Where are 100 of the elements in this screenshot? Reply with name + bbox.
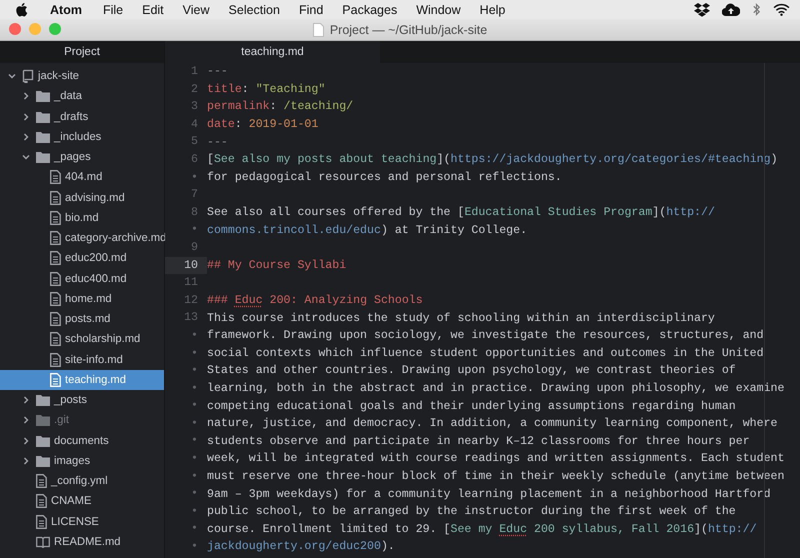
panel-title: Project	[0, 41, 164, 63]
code-line: ## My Course Syllabi	[207, 258, 346, 272]
folder-icon	[36, 434, 50, 447]
folder-icon	[36, 454, 50, 467]
line-number: •	[190, 504, 199, 520]
code-line: ---	[207, 136, 228, 149]
tree-item[interactable]: educ400.md	[0, 268, 164, 289]
tree-item[interactable]: 404.md	[0, 167, 164, 188]
tree-item[interactable]: _data	[0, 86, 164, 106]
code-line: 9am – 3pm weekdays) for a community learning placement in a neighborhood Hartford	[207, 488, 771, 501]
line-number: •	[190, 346, 199, 362]
code-line: social contexts which influence student opportunities and outcomes in the United	[207, 346, 764, 360]
line-number: •	[190, 521, 199, 538]
file-icon	[50, 372, 61, 387]
line-number: 6	[190, 152, 199, 168]
editor-tab[interactable]: teaching.md	[165, 41, 380, 63]
line-number: •	[190, 416, 199, 432]
code-line: ### Educ 200: Analyzing Schools	[207, 294, 423, 308]
menu-item[interactable]: Find	[298, 2, 324, 16]
file-icon	[50, 170, 61, 184]
chevron-icon[interactable]	[22, 416, 30, 424]
line-number: 1	[190, 64, 199, 80]
file-icon	[50, 251, 61, 266]
folder-icon	[36, 394, 50, 406]
tree-item[interactable]: documents	[0, 430, 164, 451]
file-icon	[36, 494, 47, 508]
chevron-icon[interactable]	[22, 132, 30, 141]
file-icon	[50, 332, 61, 346]
line-number: •	[190, 170, 199, 186]
menu-item[interactable]: View	[182, 2, 210, 16]
tree-item[interactable]: CNAME	[0, 491, 164, 512]
app-menu[interactable]: Atom	[50, 2, 82, 16]
code-line: commons.trincoll.edu/educ) at Trinity College.	[207, 224, 528, 237]
tree-item[interactable]: .git	[0, 410, 164, 430]
menu-item[interactable]: Window	[416, 2, 461, 16]
line-number: •	[190, 451, 199, 468]
code-line: competing educational goals and their underlying assumptions regarding human	[207, 400, 736, 413]
code-line: must reserve one three-hour block of time in their weekly schedule (anytime between	[207, 470, 784, 483]
file-icon	[50, 312, 61, 326]
tree-item[interactable]: _includes	[0, 126, 164, 147]
cloud-upload-icon[interactable]	[722, 3, 740, 16]
tree-item[interactable]: bio.md	[0, 208, 164, 228]
line-number: 3	[190, 99, 199, 116]
file-icon	[36, 514, 47, 529]
line-number: 12	[183, 292, 199, 309]
line-number: •	[190, 486, 199, 502]
chevron-icon[interactable]	[22, 436, 30, 445]
menu-item[interactable]: Edit	[142, 2, 164, 16]
tree-item[interactable]: educ200.md	[0, 248, 164, 268]
code-line: See also all courses offered by the [Educational Studies Program](http://	[207, 206, 715, 220]
tree-item[interactable]: _posts	[0, 390, 164, 410]
tree-item[interactable]: LICENSE	[0, 512, 164, 532]
folder-icon	[36, 414, 50, 426]
tree-item[interactable]: README.md	[0, 532, 164, 552]
tree-item[interactable]: category-archive.md	[0, 228, 164, 248]
window-title: Project — ~/GitHub/jack-site	[330, 22, 488, 36]
chevron-icon[interactable]	[22, 456, 30, 465]
tree-item[interactable]: advising.md	[0, 188, 164, 208]
line-number: •	[190, 433, 199, 450]
apple-icon[interactable]	[16, 2, 29, 17]
line-number: •	[190, 380, 199, 397]
file-icon	[50, 210, 61, 225]
chevron-icon[interactable]	[8, 72, 16, 80]
tree-item[interactable]: _config.yml	[0, 471, 164, 492]
code-line: [See also my posts about teaching](https://jackdougherty.org/categories/#teaching)	[207, 153, 778, 166]
line-number: •	[190, 539, 199, 556]
file-icon	[50, 231, 61, 246]
chevron-icon[interactable]	[22, 112, 30, 121]
menu-item[interactable]: Packages	[342, 2, 398, 16]
line-number: 11	[183, 275, 199, 292]
code-line: nature, justice, and democracy. In addition, a community learning component, where	[207, 417, 778, 430]
folder-icon	[36, 130, 50, 143]
tree-item[interactable]: scholarship.md	[0, 329, 164, 350]
dropbox-icon[interactable]	[694, 2, 710, 16]
chevron-icon[interactable]	[22, 396, 30, 404]
menu-item[interactable]: Help	[480, 2, 506, 16]
tree-item[interactable]: images	[0, 450, 164, 471]
tree-item[interactable]: _drafts	[0, 106, 164, 127]
chevron-icon[interactable]	[22, 92, 30, 100]
code-line: jackdougherty.org/educ200).	[207, 540, 395, 554]
code-line: framework. Drawing upon sociology, we investigate the resources, structures, and	[207, 329, 764, 342]
tree-item[interactable]: teaching.md	[0, 370, 164, 390]
menu-item[interactable]: File	[102, 2, 124, 16]
line-number: •	[190, 363, 199, 380]
menu-item[interactable]: Selection	[228, 2, 280, 16]
chevron-icon[interactable]	[22, 153, 30, 162]
tree-item[interactable]: _pages	[0, 147, 164, 168]
bluetooth-icon[interactable]	[752, 2, 761, 17]
tree-item[interactable]: home.md	[0, 288, 164, 309]
code-line: week, will be integrated with course readings and written assignments. Each student	[207, 452, 784, 466]
code-line: States and other countries. Drawing upon psychology, we contrast theories of	[207, 364, 736, 378]
tree-item[interactable]: posts.md	[0, 309, 164, 330]
line-number: •	[190, 328, 199, 344]
wifi-icon[interactable]	[773, 3, 790, 16]
document-icon	[312, 22, 324, 36]
tree-item[interactable]: site-info.md	[0, 350, 164, 370]
line-number: 7	[190, 187, 199, 204]
line-number: 13	[183, 310, 199, 326]
tree-item[interactable]: jack-site	[0, 66, 164, 86]
line-number: •	[190, 398, 199, 414]
